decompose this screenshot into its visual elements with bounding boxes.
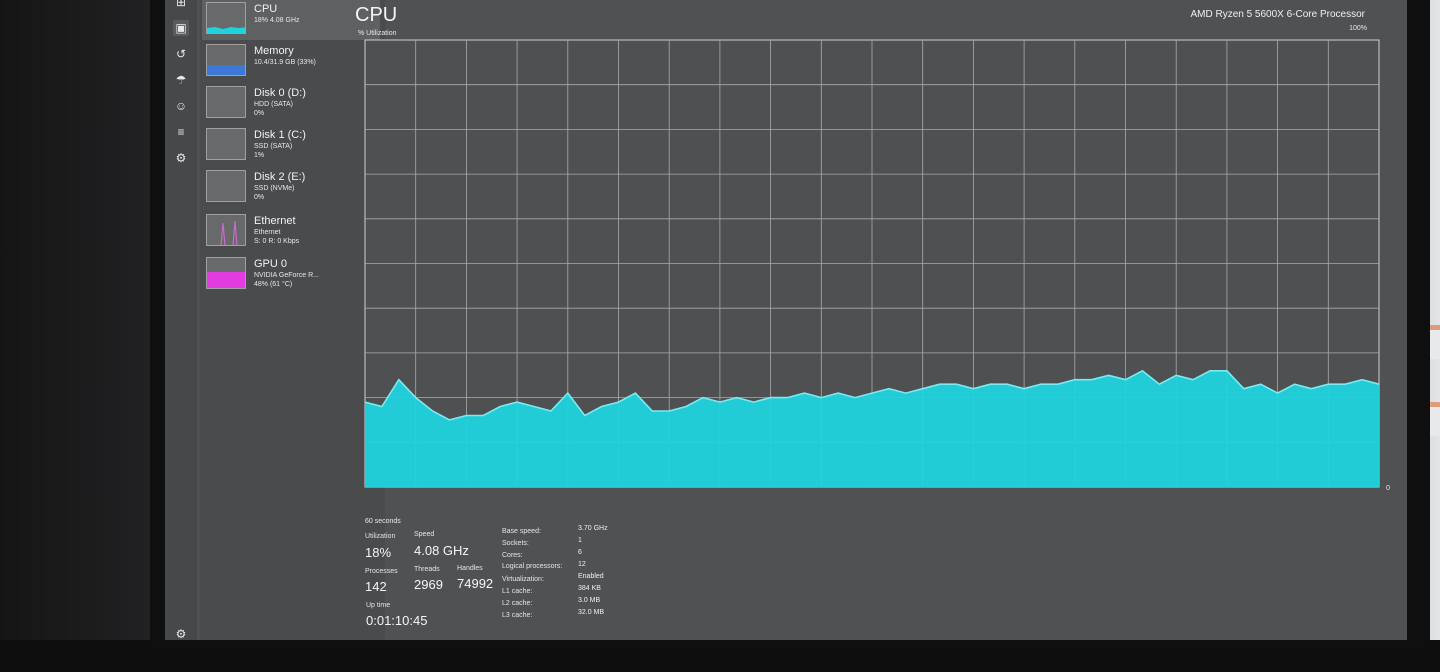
device-subtitle: NVIDIA GeForce R... 48% (61 °C) — [254, 272, 319, 288]
x-axis-label: 60 seconds — [365, 518, 401, 525]
app-history-icon[interactable]: ↺ — [173, 46, 189, 62]
spec-value: 1 — [578, 537, 582, 544]
spec-label: Base speed: — [502, 528, 541, 535]
disk-2-thumbnail — [206, 170, 246, 202]
settings-icon[interactable]: ⚙ — [173, 626, 189, 640]
device-subtitle: Ethernet S: 0 R: 0 Kbps — [254, 229, 300, 245]
device-title: Disk 1 (C:) — [254, 129, 306, 141]
cpu-thumbnail — [206, 2, 246, 34]
spec-value: 6 — [578, 549, 582, 556]
device-subtitle: SSD (SATA) 1% — [254, 143, 293, 159]
spec-value: 384 KB — [578, 585, 601, 592]
device-item-disk-2[interactable]: Disk 2 (E:) SSD (NVMe) 0% — [202, 168, 380, 208]
device-title: Disk 0 (D:) — [254, 87, 306, 99]
processes-icon[interactable]: ⊞ — [173, 0, 189, 10]
device-title: Disk 2 (E:) — [254, 171, 306, 183]
startup-icon[interactable]: ☂ — [173, 72, 189, 88]
device-title: CPU — [254, 3, 278, 15]
spec-label: Cores: — [502, 552, 523, 559]
disk-1-thumbnail — [206, 128, 246, 160]
desk-background-left — [0, 0, 160, 672]
spec-label: L1 cache: — [502, 588, 533, 595]
device-item-disk-0[interactable]: Disk 0 (D:) HDD (SATA) 0% — [202, 84, 380, 124]
utilization-label: Utilization — [365, 533, 396, 540]
processes-value: 142 — [365, 579, 387, 594]
services-icon[interactable]: ⚙ — [173, 150, 189, 166]
handles-value: 74992 — [457, 576, 494, 591]
device-title: GPU 0 — [254, 258, 288, 270]
cpu-detail-panel: CPU AMD Ryzen 5 5600X 6-Core Processor %… — [355, 0, 1407, 640]
device-subtitle: 10.4/31.9 GB (33%) — [254, 59, 316, 66]
users-icon[interactable]: ☺ — [173, 98, 189, 114]
spec-label: L3 cache: — [502, 612, 533, 619]
speed-value: 4.08 GHz — [414, 543, 469, 558]
processes-label: Processes — [365, 568, 398, 575]
spec-value: 32.0 MB — [578, 609, 605, 616]
spec-value: 3.0 MB — [578, 597, 601, 604]
performance-icon[interactable]: ▣ — [173, 20, 189, 36]
spec-label: Logical processors: — [502, 563, 563, 570]
device-title: Ethernet — [254, 215, 296, 227]
gpu-thumbnail — [206, 257, 246, 289]
spec-value: 3.70 GHz — [578, 525, 608, 532]
details-icon[interactable]: ≡ — [173, 124, 189, 140]
device-subtitle: HDD (SATA) 0% — [254, 101, 294, 117]
nav-icon-rail: ⊞ ▣ ↺ ☂ ☺ ≡ ⚙ ⚙ — [165, 0, 197, 640]
spec-label: Sockets: — [502, 540, 529, 547]
spec-value: 12 — [578, 561, 586, 568]
uptime-value: 0:01:10:45 — [366, 613, 428, 628]
device-item-ethernet[interactable]: Ethernet Ethernet S: 0 R: 0 Kbps — [202, 212, 380, 252]
utilization-value: 18% — [365, 545, 392, 560]
threads-label: Threads — [414, 566, 440, 573]
uptime-label: Up time — [366, 602, 391, 609]
disk-0-thumbnail — [206, 86, 246, 118]
task-manager-window: ⊞ ▣ ↺ ☂ ☺ ≡ ⚙ ⚙ CPU 18% 4.08 GHz Memory … — [165, 0, 1407, 640]
spec-value: Enabled — [578, 573, 604, 580]
device-item-gpu-0[interactable]: GPU 0 NVIDIA GeForce R... 48% (61 °C) — [202, 255, 380, 295]
spec-label: Virtualization: — [502, 576, 544, 583]
x-axis-min-label: 0 — [1386, 485, 1390, 492]
threads-value: 2969 — [414, 577, 443, 592]
device-item-memory[interactable]: Memory 10.4/31.9 GB (33%) — [202, 42, 380, 82]
memory-thumbnail — [206, 44, 246, 76]
device-item-cpu[interactable]: CPU 18% 4.08 GHz — [202, 0, 380, 40]
ethernet-thumbnail — [206, 214, 246, 246]
device-item-disk-1[interactable]: Disk 1 (C:) SSD (SATA) 1% — [202, 126, 380, 166]
spec-label: L2 cache: — [502, 600, 533, 607]
handles-label: Handles — [457, 565, 483, 572]
device-title: Memory — [254, 45, 294, 57]
device-subtitle: SSD (NVMe) 0% — [254, 185, 295, 201]
device-subtitle: 18% 4.08 GHz — [254, 17, 300, 24]
speed-label: Speed — [414, 531, 435, 538]
